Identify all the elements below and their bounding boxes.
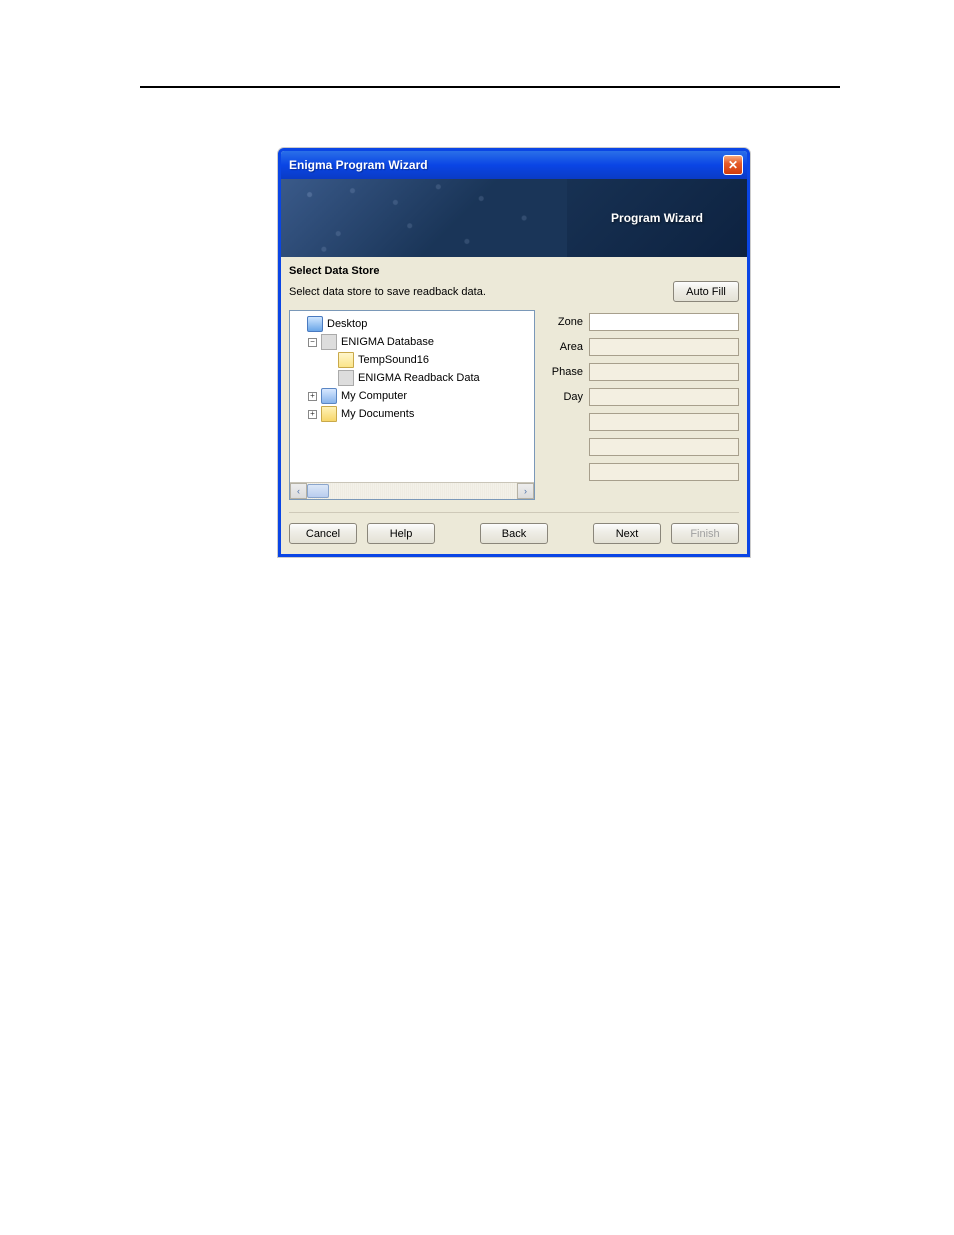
close-button[interactable]: ✕ [723,155,743,175]
tree-label: ENIGMA Database [341,333,434,351]
day-input[interactable] [589,388,739,406]
folder-open-icon [338,352,354,368]
page-divider [140,86,840,88]
scroll-thumb[interactable] [307,484,329,498]
tree-item-my-computer[interactable]: + My Computer [294,387,530,405]
computer-icon [321,388,337,404]
extra2-input[interactable] [589,438,739,456]
back-button[interactable]: Back [480,523,548,544]
field-row-phase: Phase [545,362,739,382]
extra3-input[interactable] [589,463,739,481]
window-title: Enigma Program Wizard [289,158,428,172]
tree-label: My Documents [341,405,414,423]
field-row-day: Day [545,387,739,407]
banner-title: Program Wizard [567,179,747,257]
tree-panel: Desktop − ENIGMA Database TempSound16 EN… [289,310,535,500]
area-label: Area [545,341,583,353]
zone-input[interactable] [589,313,739,331]
phase-input[interactable] [589,363,739,381]
field-row-extra1 [545,412,739,432]
wizard-window: Enigma Program Wizard ✕ Program Wizard S… [278,148,750,557]
tree-item-enigma-readback[interactable]: ENIGMA Readback Data [294,369,530,387]
chevron-left-icon: ‹ [297,486,300,496]
auto-fill-button[interactable]: Auto Fill [673,281,739,302]
desktop-icon [307,316,323,332]
scroll-track[interactable] [307,483,517,499]
finish-button: Finish [671,523,739,544]
tree-expander-plus[interactable]: + [308,392,317,401]
phase-label: Phase [545,366,583,378]
close-icon: ✕ [728,158,738,172]
next-button[interactable]: Next [593,523,661,544]
tree-label: Desktop [327,315,367,333]
wizard-footer: Cancel Help Back Next Finish [289,512,739,544]
main-area: Desktop − ENIGMA Database TempSound16 EN… [289,310,739,500]
tree-expander-plus[interactable]: + [308,410,317,419]
fields-panel: Zone Area Phase Day [545,310,739,500]
field-row-extra2 [545,437,739,457]
tree-item-tempsound16[interactable]: TempSound16 [294,351,530,369]
tree-item-enigma-database[interactable]: − ENIGMA Database [294,333,530,351]
scroll-left-button[interactable]: ‹ [290,483,307,499]
wizard-banner: Program Wizard [281,179,747,257]
field-row-extra3 [545,462,739,482]
folder-icon [321,406,337,422]
tree-body[interactable]: Desktop − ENIGMA Database TempSound16 EN… [290,311,534,481]
chevron-right-icon: › [524,486,527,496]
titlebar: Enigma Program Wizard ✕ [281,151,747,179]
wizard-content: Select Data Store Select data store to s… [281,257,747,554]
tree-label: ENIGMA Readback Data [358,369,480,387]
field-row-area: Area [545,337,739,357]
horizontal-scrollbar[interactable]: ‹ › [290,482,534,499]
footer-spacer [445,523,470,544]
zone-label: Zone [545,316,583,328]
tree-label: TempSound16 [358,351,429,369]
day-label: Day [545,391,583,403]
section-heading: Select Data Store [289,265,739,277]
section-description: Select data store to save readback data. [289,286,486,298]
tree-expander-blank [294,320,303,329]
cancel-button[interactable]: Cancel [289,523,357,544]
tree-expander-minus[interactable]: − [308,338,317,347]
tree-label: My Computer [341,387,407,405]
help-button[interactable]: Help [367,523,435,544]
tree-item-my-documents[interactable]: + My Documents [294,405,530,423]
section-row: Select data store to save readback data.… [289,281,739,302]
tree-item-desktop[interactable]: Desktop [294,315,530,333]
banner-graphic [281,179,567,257]
area-input[interactable] [589,338,739,356]
scroll-right-button[interactable]: › [517,483,534,499]
database-icon [338,370,354,386]
extra1-input[interactable] [589,413,739,431]
field-row-zone: Zone [545,312,739,332]
database-icon [321,334,337,350]
footer-spacer-2 [558,523,583,544]
